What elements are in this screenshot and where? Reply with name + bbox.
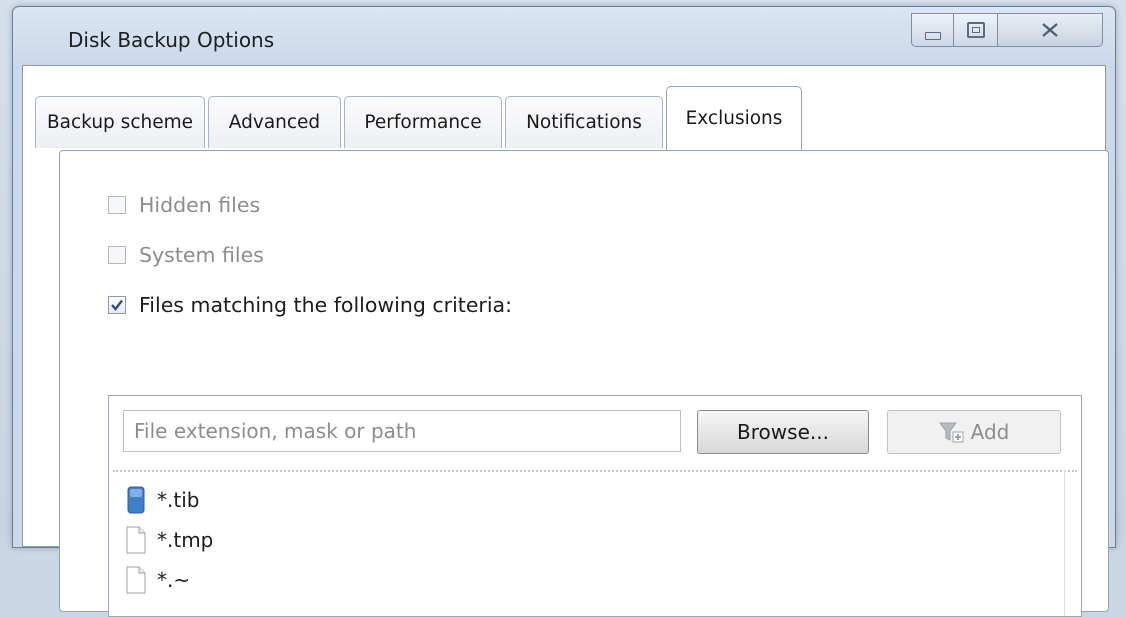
criteria-input-placeholder: File extension, mask or path	[134, 419, 417, 443]
exclusions-panel: Hidden files System files Files matching…	[59, 150, 1109, 617]
list-item[interactable]: *.~	[125, 560, 1045, 600]
list-divider	[113, 470, 1077, 472]
close-button[interactable]	[997, 13, 1103, 47]
criteria-input[interactable]: File extension, mask or path	[123, 410, 681, 452]
checkmark-icon	[111, 299, 123, 311]
list-item[interactable]: *.tib	[125, 480, 1045, 520]
hidden-files-label: Hidden files	[139, 193, 261, 217]
tib-file-icon	[125, 485, 147, 515]
tab-label: Exclusions	[685, 108, 783, 129]
window-title: Disk Backup Options	[68, 28, 275, 52]
tab-notifications[interactable]: Notifications	[505, 96, 663, 148]
close-icon	[1042, 23, 1058, 37]
browse-button-label: Browse...	[737, 420, 829, 444]
list-item-label: *.tib	[157, 488, 200, 512]
criteria-list-box: File extension, mask or path Browse... A…	[108, 395, 1082, 617]
hidden-files-checkbox[interactable]	[108, 196, 126, 214]
tab-performance[interactable]: Performance	[344, 96, 502, 148]
tab-label: Advanced	[228, 112, 321, 133]
tab-label: Backup scheme	[46, 112, 193, 133]
system-files-label: System files	[139, 243, 264, 267]
restore-icon	[967, 22, 985, 38]
tab-backup-scheme[interactable]: Backup scheme	[35, 96, 205, 148]
dialog-content: Backup scheme Advanced Performance Notif…	[22, 65, 1109, 617]
system-files-option: System files	[108, 243, 264, 267]
list-item-label: *.tmp	[157, 528, 214, 552]
tab-advanced[interactable]: Advanced	[208, 96, 341, 148]
system-files-checkbox[interactable]	[108, 246, 126, 264]
file-icon	[125, 565, 147, 595]
minimize-icon	[925, 32, 941, 40]
add-button-label: Add	[970, 420, 1010, 444]
hidden-files-option: Hidden files	[108, 193, 260, 217]
add-button[interactable]: Add	[887, 410, 1061, 454]
list-item[interactable]: *.tmp	[125, 520, 1045, 560]
list-item-label: *.~	[157, 568, 191, 592]
tab-label: Notifications	[526, 112, 642, 133]
file-icon	[125, 525, 147, 555]
filter-add-icon	[938, 422, 964, 443]
tab-exclusions[interactable]: Exclusions	[666, 86, 802, 150]
minimize-button[interactable]	[911, 13, 955, 47]
matching-criteria-option: Files matching the following criteria:	[108, 293, 512, 317]
tab-label: Performance	[364, 112, 482, 133]
list-scroll-edge	[1064, 470, 1065, 616]
browse-button[interactable]: Browse...	[697, 410, 869, 454]
matching-criteria-checkbox[interactable]	[108, 296, 126, 314]
dialog-window: Disk Backup Options Backup scheme Advanc…	[12, 6, 1116, 617]
maximize-button[interactable]	[953, 13, 999, 47]
matching-criteria-label: Files matching the following criteria:	[139, 293, 513, 317]
exclusion-list: *.tib *.tmp *.~	[125, 480, 1045, 600]
